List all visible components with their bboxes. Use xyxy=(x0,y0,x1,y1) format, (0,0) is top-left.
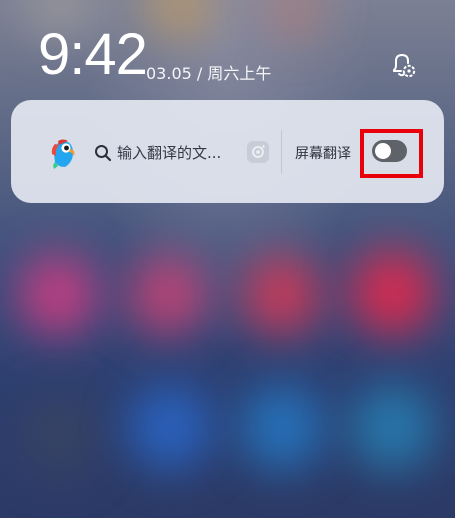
blurred-app-icon xyxy=(350,250,435,335)
parrot-logo-icon[interactable] xyxy=(46,136,80,170)
screen-translate-label: 屏幕翻译 xyxy=(295,146,351,162)
blurred-app-icon xyxy=(128,255,208,335)
wallpaper-blur xyxy=(265,0,325,40)
camera-icon[interactable] xyxy=(247,141,269,163)
highlight-box xyxy=(360,129,423,178)
blurred-app-icon xyxy=(350,385,435,470)
clock-time: 9:42 xyxy=(38,22,148,87)
clock-date: 03.05 / 周六上午 xyxy=(146,64,272,83)
blurred-app-icon xyxy=(128,385,213,470)
search-icon[interactable] xyxy=(94,144,112,162)
notification-settings-icon[interactable] xyxy=(388,50,418,80)
wallpaper-blur xyxy=(145,0,215,40)
blurred-app-icon xyxy=(240,385,325,470)
blurred-app-icon xyxy=(20,395,100,475)
blurred-app-icon xyxy=(242,255,322,335)
blurred-app-icon xyxy=(18,255,98,335)
divider xyxy=(281,130,282,174)
search-input[interactable]: 输入翻译的文... xyxy=(117,142,239,164)
